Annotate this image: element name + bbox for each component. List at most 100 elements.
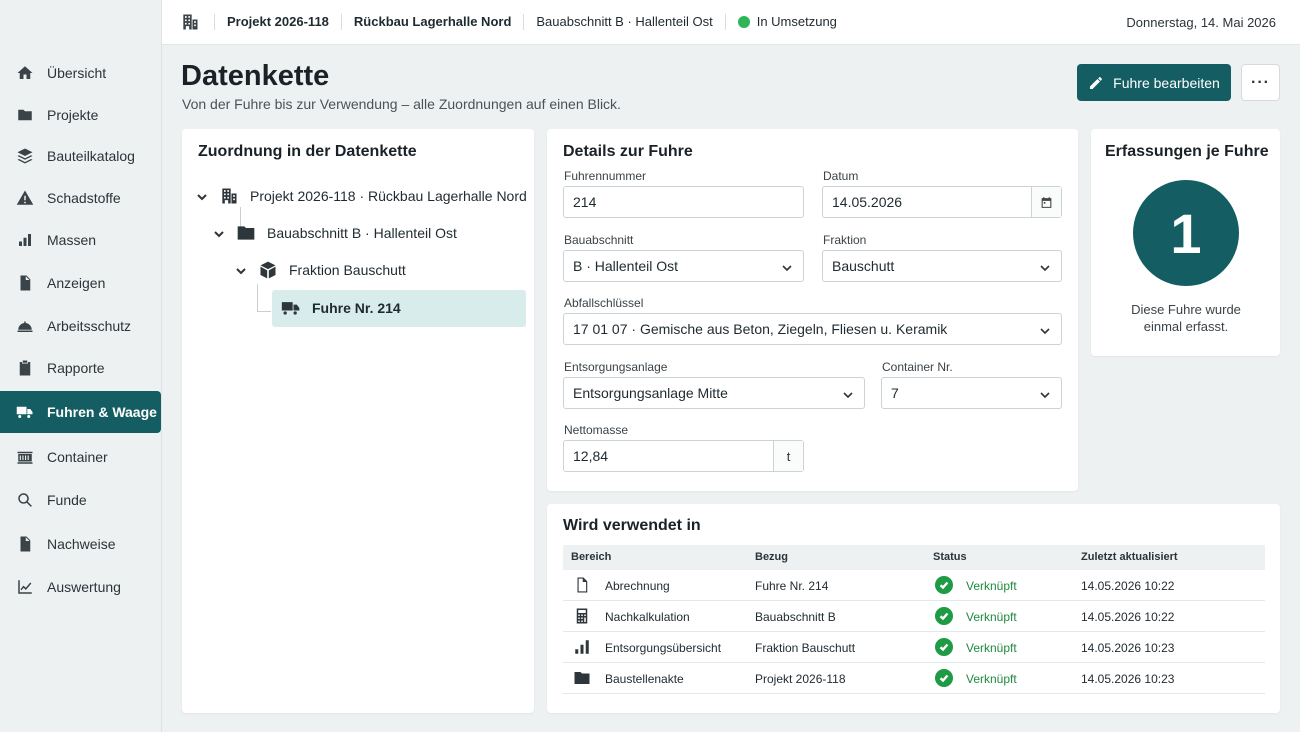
table-row[interactable]: Entsorgungsübersicht Fraktion Bauschutt … xyxy=(563,632,1265,663)
tree-node-fraction[interactable]: Fraktion Bauschutt xyxy=(235,260,406,280)
more-options-button[interactable]: ··· xyxy=(1241,64,1280,101)
chevron-down-icon xyxy=(781,261,793,273)
anlage-value: Entsorgungsanlage Mitte xyxy=(573,385,728,401)
document-icon xyxy=(16,274,34,292)
chevron-down-icon xyxy=(1039,324,1051,336)
bauabschnitt-value: B · Hallenteil Ost xyxy=(573,258,679,274)
folder-icon xyxy=(573,669,591,687)
cell-bezug: Fraktion Bauschutt xyxy=(755,641,856,655)
anlage-select[interactable]: Entsorgungsanlage Mitte xyxy=(563,377,865,409)
fraktion-select[interactable]: Bauschutt xyxy=(822,250,1062,282)
sidebar-item-massen[interactable]: Massen xyxy=(0,220,161,260)
abfall-value: 17 01 07 · Gemische aus Beton, Ziegeln, … xyxy=(573,321,948,337)
sidebar-item-bauteilkatalog[interactable]: Bauteilkatalog xyxy=(0,136,161,176)
sidebar-item-funde[interactable]: Funde xyxy=(0,480,161,520)
chevron-down-icon[interactable] xyxy=(235,264,247,276)
document-icon xyxy=(573,576,591,594)
table-row[interactable]: Abrechnung Fuhre Nr. 214 Verknüpft 14.05… xyxy=(563,570,1265,601)
column-header-bereich[interactable]: Bereich xyxy=(571,551,611,563)
bar-chart-icon xyxy=(573,638,591,656)
sidebar-item-arbeitsschutz[interactable]: Arbeitsschutz xyxy=(0,306,161,346)
sidebar-item-label: Schadstoffe xyxy=(47,190,121,206)
details-card: Details zur Fuhre Fuhrennummer 214 Datum… xyxy=(547,129,1078,491)
tree-node-label: Projekt 2026-118 · Rückbau Lagerhalle No… xyxy=(250,188,527,204)
abfall-select[interactable]: 17 01 07 · Gemische aus Beton, Ziegeln, … xyxy=(563,313,1062,345)
layers-icon xyxy=(16,147,34,165)
project-number[interactable]: Projekt 2026-118 xyxy=(214,14,341,30)
table-header: Bereich Bezug Status Zuletzt aktualisier… xyxy=(563,545,1265,570)
container-select[interactable]: 7 xyxy=(881,377,1062,409)
tree-node-label: Fraktion Bauschutt xyxy=(289,262,406,278)
usage-card: Wird verwendet in Bereich Bezug Status Z… xyxy=(547,504,1280,713)
fraktion-value: Bauschutt xyxy=(832,258,895,274)
sidebar-item-projekte[interactable]: Projekte xyxy=(0,95,161,135)
sidebar-item-label: Auswertung xyxy=(47,579,121,595)
truck-icon xyxy=(280,298,302,318)
count-description-line: Diese Fuhre wurde xyxy=(1131,302,1241,317)
netto-unit: t xyxy=(773,441,803,471)
netto-field[interactable]: 12,84 t xyxy=(563,440,804,472)
count-value: 1 xyxy=(1133,180,1239,286)
sidebar-item-auswertung[interactable]: Auswertung xyxy=(0,567,161,607)
container-label: Container Nr. xyxy=(882,360,953,374)
page-subtitle: Von der Fuhre bis zur Verwendung – alle … xyxy=(182,96,621,112)
column-header-status[interactable]: Status xyxy=(933,551,967,563)
section-name[interactable]: Bauabschnitt B · Hallenteil Ost xyxy=(523,14,724,30)
fuhrennummer-field[interactable]: 214 xyxy=(563,186,804,218)
check-circle-icon xyxy=(935,669,953,687)
table-row[interactable]: Nachkalkulation Bauabschnitt B Verknüpft… xyxy=(563,601,1265,632)
chevron-down-icon[interactable] xyxy=(213,227,225,239)
sidebar-item-schadstoffe[interactable]: Schadstoffe xyxy=(0,178,161,218)
page-title: Datenkette xyxy=(181,60,330,92)
tree-node-section[interactable]: Bauabschnitt B · Hallenteil Ost xyxy=(213,223,457,243)
sidebar: Übersicht Projekte Bauteilkatalog Schads… xyxy=(0,0,162,732)
cell-status: Verknüpft xyxy=(966,610,1017,624)
cell-bezug: Fuhre Nr. 214 xyxy=(755,579,829,593)
chevron-down-icon xyxy=(842,388,854,400)
column-header-updated[interactable]: Zuletzt aktualisiert xyxy=(1081,551,1178,563)
calendar-icon[interactable] xyxy=(1031,187,1061,217)
cell-updated: 14.05.2026 10:23 xyxy=(1081,641,1175,655)
sidebar-item-label: Anzeigen xyxy=(47,275,106,291)
bauabschnitt-select[interactable]: B · Hallenteil Ost xyxy=(563,250,804,282)
count-description: Diese Fuhre wurde einmal erfasst. xyxy=(1101,301,1271,335)
sidebar-item-anzeigen[interactable]: Anzeigen xyxy=(0,263,161,303)
chevron-down-icon[interactable] xyxy=(196,190,208,202)
datum-field[interactable]: 14.05.2026 xyxy=(822,186,1062,218)
cell-updated: 14.05.2026 10:22 xyxy=(1081,610,1175,624)
sidebar-item-label: Arbeitsschutz xyxy=(47,318,132,334)
sidebar-item-label: Bauteilkatalog xyxy=(47,148,135,164)
search-icon xyxy=(16,491,34,509)
edit-fuhre-button[interactable]: Fuhre bearbeiten xyxy=(1077,64,1231,101)
cell-updated: 14.05.2026 10:22 xyxy=(1081,579,1175,593)
cell-status: Verknüpft xyxy=(966,672,1017,686)
table-row[interactable]: Baustellenakte Projekt 2026-118 Verknüpf… xyxy=(563,663,1265,694)
status-dot-icon xyxy=(737,16,750,28)
check-circle-icon xyxy=(935,607,953,625)
status-label: In Umsetzung xyxy=(756,14,837,29)
sidebar-item-container[interactable]: Container xyxy=(0,437,161,477)
tree-card-title: Zuordnung in der Datenkette xyxy=(198,143,417,160)
status-badge: In Umsetzung xyxy=(724,14,849,30)
sidebar-item-nachweise[interactable]: Nachweise xyxy=(0,524,161,564)
tree-node-project[interactable]: Projekt 2026-118 · Rückbau Lagerhalle No… xyxy=(196,186,527,206)
sidebar-item-uebersicht[interactable]: Übersicht xyxy=(0,53,161,93)
cell-updated: 14.05.2026 10:23 xyxy=(1081,672,1175,686)
anlage-label: Entsorgungsanlage xyxy=(564,360,668,374)
sidebar-item-rapporte[interactable]: Rapporte xyxy=(0,348,161,388)
fraktion-label: Fraktion xyxy=(823,233,867,247)
project-name[interactable]: Rückbau Lagerhalle Nord xyxy=(340,14,523,30)
sidebar-item-label: Massen xyxy=(47,232,97,248)
sidebar-item-label: Übersicht xyxy=(47,65,107,81)
calculator-icon xyxy=(573,607,591,625)
sidebar-item-fuhren-waage[interactable]: Fuhren & Waage xyxy=(0,391,161,433)
datum-value: 14.05.2026 xyxy=(832,194,903,210)
folder-icon xyxy=(235,223,257,243)
column-header-bezug[interactable]: Bezug xyxy=(755,551,788,563)
building-icon xyxy=(180,12,200,32)
tree-node-fuhre[interactable]: Fuhre Nr. 214 xyxy=(280,298,401,318)
netto-value: 12,84 xyxy=(573,448,609,464)
sidebar-item-label: Funde xyxy=(47,492,87,508)
cell-bezug: Bauabschnitt B xyxy=(755,610,836,624)
check-circle-icon xyxy=(935,576,953,594)
